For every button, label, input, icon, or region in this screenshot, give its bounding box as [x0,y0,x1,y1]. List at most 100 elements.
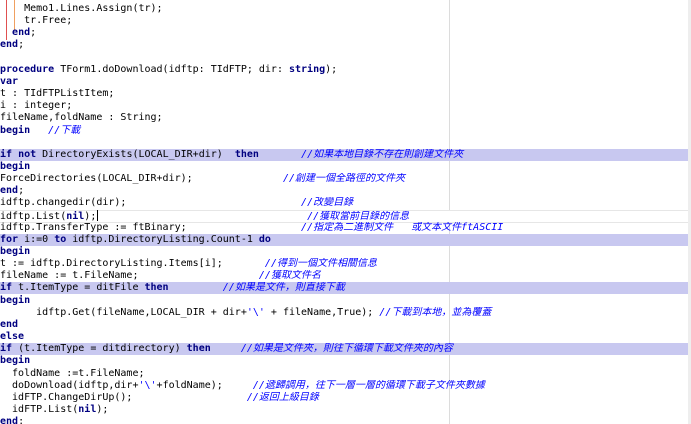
code-text: tr.Free; [0,15,73,27]
code-line[interactable]: end [0,319,688,331]
text-caret [97,209,98,221]
code-line[interactable]: t := idftp.DirectoryListing.Items[i]; //… [0,258,688,270]
code-line[interactable]: i : integer; [0,100,688,112]
code-keyword: begin [0,246,31,257]
code-keyword: nil [66,210,85,222]
code-text: Memo1.Lines.Assign(tr); [0,3,163,14]
code-text: idFTP.List( [0,403,79,415]
code-line[interactable] [0,137,688,149]
code-line[interactable]: end; [0,416,688,424]
code-comment: //下載 [48,124,81,136]
code-keyword: nil [78,403,97,415]
code-text: ); [325,63,338,75]
code-text: (t.ItemType = ditdirectory) [12,343,187,355]
code-line[interactable]: else [0,331,688,343]
code-comment: //獲取文件名 [258,270,321,282]
code-comment: //返回上級目錄 [246,391,319,403]
code-line[interactable]: idftp.changedir(dir); //改變目錄 [0,197,688,209]
code-line[interactable]: if t.ItemType = ditFile then //如果是文件，則直接… [0,282,688,295]
code-keyword: do [258,233,271,245]
code-line[interactable]: ForceDirectories(LOCAL_DIR+dir); //創建一個全… [0,173,688,185]
code-text: idftp.TransferType := ftBinary; [0,221,187,233]
code-comment: //得到一個文件相關信息 [264,258,377,270]
code-line[interactable]: if (t.ItemType = ditdirectory) then //如果… [0,343,688,356]
code-text: foldName :=t.FileName; [0,367,145,379]
code-line[interactable]: fileName := t.FileName; //獲取文件名 [0,270,688,282]
code-text: fileName,foldName : String; [0,112,163,124]
code-line[interactable]: begin [0,355,688,367]
code-keyword: then [186,343,211,355]
code-line[interactable]: end; [0,39,688,51]
code-text: idftp.DirectoryListing.Count-1 [66,233,259,245]
code-text: t : TIdFTPListItem; [0,88,115,100]
code-line[interactable]: idftp.Get(fileName,LOCAL_DIR + dir+'\' +… [0,307,688,319]
code-line[interactable]: Memo1.Lines.Assign(tr); [0,3,688,15]
code-text: ; [18,39,25,51]
code-line[interactable]: doDownload(idftp,dir+'\'+foldName); //遞歸… [0,380,688,392]
code-line[interactable]: idftp.List(nil); //獲取當前目錄的信息 [0,209,688,223]
code-text: idftp.List( [0,210,67,222]
code-line[interactable]: for i:=0 to idftp.DirectoryListing.Count… [0,233,688,246]
code-line[interactable]: begin [0,246,688,258]
code-text: ); [96,403,109,415]
code-line[interactable]: t : TIdFTPListItem; [0,88,688,100]
code-keyword: then [144,282,169,294]
code-line[interactable]: end; [0,27,688,39]
code-text: idftp.Get(fileName,LOCAL_DIR + dir+ [0,306,247,318]
code-area[interactable]: Memo1.Lines.Assign(tr); tr.Free; end; end… [0,0,691,424]
code-line[interactable]: begin [0,295,688,307]
code-line[interactable]: begin //下載 [0,125,688,137]
code-text: doDownload(idftp,dir+ [0,379,139,391]
code-text: fileName := t.FileName; [0,270,139,282]
code-keyword: to [54,233,67,245]
code-line[interactable]: procedure TForm1.doDownload(idftp: TIdFT… [0,64,688,76]
code-comment: //如果是文件夾，則往下循環下載文件夾的內容 [240,343,453,355]
code-keyword: not [18,148,37,160]
code-text: i : integer; [0,100,73,112]
code-text: idFTP.ChangeDirUp(); [0,391,133,403]
code-text: ; [18,185,25,197]
code-line[interactable] [0,52,688,64]
code-line[interactable]: var [0,76,688,88]
code-text: t.ItemType = ditFile [12,282,145,294]
code-text: +foldName); [156,379,253,391]
code-line[interactable]: begin [0,161,688,173]
code-text: DirectoryExists(LOCAL_DIR+dir) [36,148,235,160]
code-line[interactable]: end; [0,185,688,197]
code-keyword: end [0,185,19,197]
code-keyword: string [289,63,326,75]
code-comment: //創建一個全路徑的文件夾 [282,173,406,185]
code-comment: //改變目錄 [301,197,354,209]
code-comment: //獲取當前目錄的信息 [307,210,410,222]
code-keyword: if [0,148,13,160]
code-line[interactable]: tr.Free; [0,15,688,27]
code-line[interactable]: if not DirectoryExists(LOCAL_DIR+dir) th… [0,148,688,161]
code-keyword: end [12,27,31,39]
code-text: ; [18,416,25,424]
code-string: '\' [246,306,265,318]
code-line[interactable]: idFTP.List(nil); [0,404,688,416]
code-line[interactable]: foldName :=t.FileName; [0,368,688,380]
code-text: ); [84,210,103,222]
code-comment: //如果本地目錄不存在則創建文件夾 [301,148,464,160]
code-text: ; [30,27,37,39]
code-keyword: if [0,343,13,355]
code-keyword: begin [0,294,31,306]
code-comment: //遞歸調用，往下一層一層的循環下載子文件夾數據 [252,379,485,391]
code-line[interactable]: fileName,foldName : String; [0,112,688,124]
code-keyword: procedure [0,63,55,75]
code-line[interactable]: idFTP.ChangeDirUp(); //返回上級目錄 [0,392,688,404]
code-line[interactable]: idftp.TransferType := ftBinary; //指定為二進制… [0,222,688,234]
code-text: t := idftp.DirectoryListing.Items[i]; [0,258,223,270]
code-editor[interactable]: Memo1.Lines.Assign(tr); tr.Free; end; end… [0,0,691,424]
